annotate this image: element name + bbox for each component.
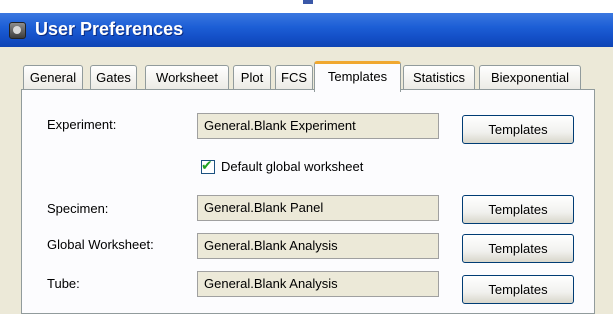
global-worksheet-field[interactable]: General.Blank Analysis — [197, 233, 439, 259]
tab-plot[interactable]: Plot — [233, 65, 271, 89]
global-worksheet-templates-button[interactable]: Templates — [462, 234, 574, 263]
checkmark-icon: ✔ — [201, 158, 213, 174]
top-strip — [0, 0, 613, 13]
background-mark — [303, 0, 313, 4]
tab-statistics[interactable]: Statistics — [403, 65, 475, 89]
tab-templates[interactable]: Templates — [314, 61, 401, 92]
tube-templates-button[interactable]: Templates — [462, 275, 574, 304]
specimen-label: Specimen: — [47, 201, 109, 216]
tube-label: Tube: — [47, 276, 80, 291]
title-bar[interactable]: User Preferences — [0, 13, 613, 47]
tab-general[interactable]: General — [23, 65, 83, 89]
user-preferences-window: User Preferences General Gates Worksheet… — [0, 0, 613, 314]
default-global-worksheet-checkbox[interactable]: ✔ — [201, 158, 215, 174]
tube-field[interactable]: General.Blank Analysis — [197, 271, 439, 297]
tab-biexponential[interactable]: Biexponential — [479, 65, 581, 89]
experiment-label: Experiment: — [47, 117, 117, 132]
tab-worksheet[interactable]: Worksheet — [145, 65, 229, 89]
experiment-field[interactable]: General.Blank Experiment — [197, 113, 439, 139]
experiment-templates-button[interactable]: Templates — [462, 115, 574, 144]
specimen-templates-button[interactable]: Templates — [462, 195, 574, 224]
tab-gates[interactable]: Gates — [90, 65, 137, 89]
specimen-field[interactable]: General.Blank Panel — [197, 195, 439, 221]
global-worksheet-label: Global Worksheet: — [47, 237, 154, 252]
default-global-worksheet-label[interactable]: Default global worksheet — [221, 159, 363, 174]
app-icon — [9, 22, 26, 39]
tab-fcs[interactable]: FCS — [275, 65, 313, 89]
window-title: User Preferences — [35, 19, 184, 39]
